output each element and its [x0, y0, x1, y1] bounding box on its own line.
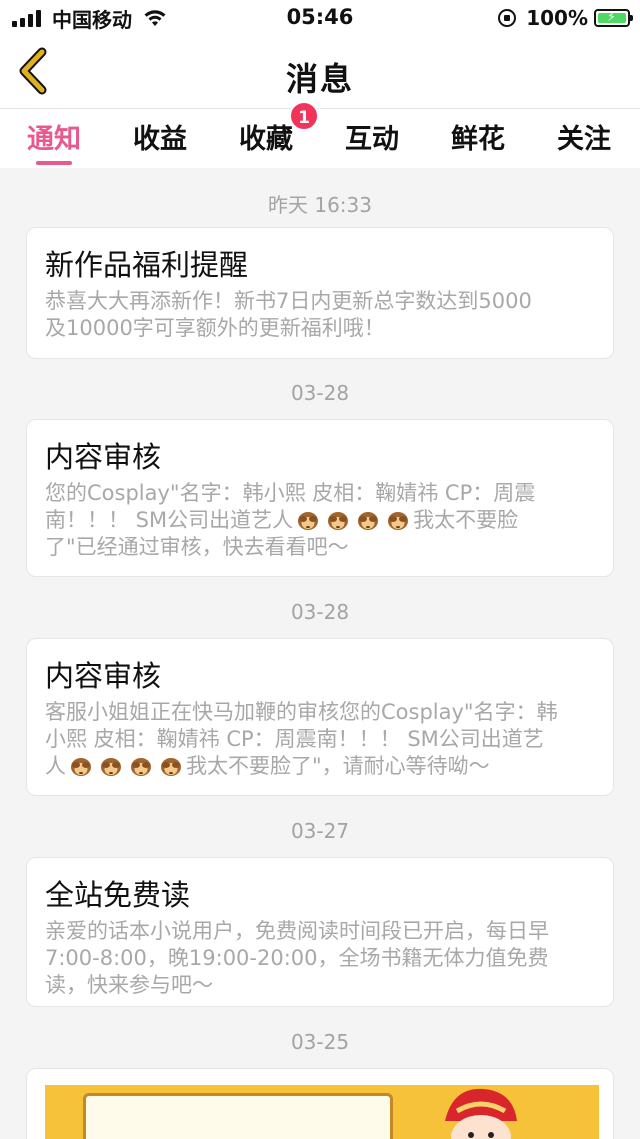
message-body-line: 南！！！ SM公司出道艺人 我太不要脸 — [45, 507, 599, 534]
message-body-line: 及10000字可享额外的更新福利哦！ — [45, 316, 385, 340]
mascot-illustration — [445, 1088, 517, 1139]
tab-earnings[interactable]: 收益 — [115, 117, 205, 156]
message-card[interactable]: 新作品福利提醒 恭喜大大再添新作！新书7日内更新总字数达到5000 及10000… — [26, 227, 614, 359]
message-body-line: 恭喜大大再添新作！新书7日内更新总字数达到5000 — [45, 289, 532, 313]
message-title: 内容审核 — [45, 440, 162, 474]
tab-label: 通知 — [27, 124, 81, 155]
message-date: 昨天 16:33 — [268, 193, 372, 217]
nav-bar: 消息 — [0, 34, 640, 108]
see-no-evil-monkey-icon — [328, 512, 349, 530]
active-tab-indicator — [36, 161, 72, 165]
tab-interactions[interactable]: 互动 — [327, 117, 417, 156]
message-body-text: 我太不要脸了"，请耐心等待呦～ — [186, 754, 490, 778]
see-no-evil-monkey-icon — [161, 758, 181, 776]
tab-label: 收益 — [133, 124, 187, 155]
battery-icon: ⚡ — [594, 9, 633, 27]
battery-percent: 100% — [526, 6, 588, 30]
see-no-evil-monkey-icon — [131, 758, 151, 776]
message-title: 新作品福利提醒 — [45, 248, 249, 282]
charging-bolt-icon: ⚡ — [607, 10, 617, 25]
message-date: 03-28 — [290, 600, 350, 624]
tab-notifications[interactable]: 通知 — [9, 117, 99, 165]
monkey-emoji-group — [293, 508, 413, 532]
monkey-emoji-group — [66, 754, 186, 778]
message-body: 客服小姐姐正在快马加鞭的审核您的Cosplay"名字：韩 小熙 皮相：鞠婧祎 C… — [45, 699, 599, 780]
tab-following[interactable]: 关注 — [539, 117, 629, 156]
status-bar: 中国移动 05:46 100% ⚡ — [0, 0, 640, 34]
favorites-badge: 1 — [289, 101, 319, 131]
message-date: 03-27 — [290, 819, 350, 843]
see-no-evil-monkey-icon — [101, 758, 121, 776]
message-body-line: 小熙 皮相：鞠婧祎 CP：周震南！！！ SM公司出道艺 — [45, 727, 544, 751]
message-date: 03-28 — [290, 381, 350, 405]
message-date: 03-25 — [290, 1030, 350, 1054]
message-body-text: 南！！！ SM公司出道艺人 — [45, 508, 294, 532]
message-card[interactable]: 内容审核 您的Cosplay"名字：韩小熙 皮相：鞠婧祎 CP：周震 南！！！ … — [26, 419, 614, 577]
scroll-paper-graphic — [83, 1093, 393, 1139]
message-card[interactable]: 全站免费读 亲爱的话本小说用户，免费阅读时间段已开启，每日早 7:00-8:00… — [26, 857, 614, 1007]
tab-label: 鲜花 — [451, 124, 505, 155]
message-body: 亲爱的话本小说用户，免费阅读时间段已开启，每日早 7:00-8:00，晚19:0… — [45, 918, 599, 999]
see-no-evil-monkey-icon — [358, 512, 379, 530]
message-body-line: 读，快来参与吧～ — [45, 973, 213, 997]
message-body-line: 客服小姐姐正在快马加鞭的审核您的Cosplay"名字：韩 — [45, 700, 558, 724]
orientation-lock-icon — [498, 9, 517, 27]
message-body: 恭喜大大再添新作！新书7日内更新总字数达到5000 及10000字可享额外的更新… — [45, 288, 599, 342]
message-body-line: 7:00-8:00，晚19:00-20:00，全场书籍无体力值免费 — [45, 946, 549, 970]
page-title: 消息 — [285, 60, 354, 98]
message-card[interactable]: 内容审核 客服小姐姐正在快马加鞭的审核您的Cosplay"名字：韩 小熙 皮相：… — [26, 638, 614, 796]
message-body-line: 您的Cosplay"名字：韩小熙 皮相：鞠婧祎 CP：周震 — [45, 481, 536, 505]
see-no-evil-monkey-icon — [71, 758, 91, 776]
see-no-evil-monkey-icon — [388, 512, 409, 530]
message-title: 全站免费读 — [45, 878, 191, 912]
tab-label: 收藏 — [239, 124, 293, 155]
message-body-line: 了"已经通过审核，快去看看吧～ — [45, 535, 349, 559]
message-body-text: 人 — [45, 754, 66, 778]
message-body-line: 人 我太不要脸了"，请耐心等待呦～ — [45, 753, 599, 780]
status-right: 100% ⚡ — [498, 6, 633, 30]
message-body-text: 我太不要脸 — [413, 508, 519, 532]
promo-message-card[interactable] — [26, 1068, 614, 1139]
tab-label: 关注 — [557, 124, 611, 155]
see-no-evil-monkey-icon — [298, 512, 319, 530]
tab-label: 互动 — [345, 124, 399, 155]
tab-bar: 通知 收益 收藏 互动 鲜花 关注 — [0, 108, 640, 168]
message-body: 您的Cosplay"名字：韩小熙 皮相：鞠婧祎 CP：周震 南！！！ SM公司出… — [45, 480, 599, 561]
message-title: 内容审核 — [45, 659, 162, 693]
message-body-line: 亲爱的话本小说用户，免费阅读时间段已开启，每日早 — [45, 919, 549, 943]
tab-flowers[interactable]: 鲜花 — [433, 117, 523, 156]
